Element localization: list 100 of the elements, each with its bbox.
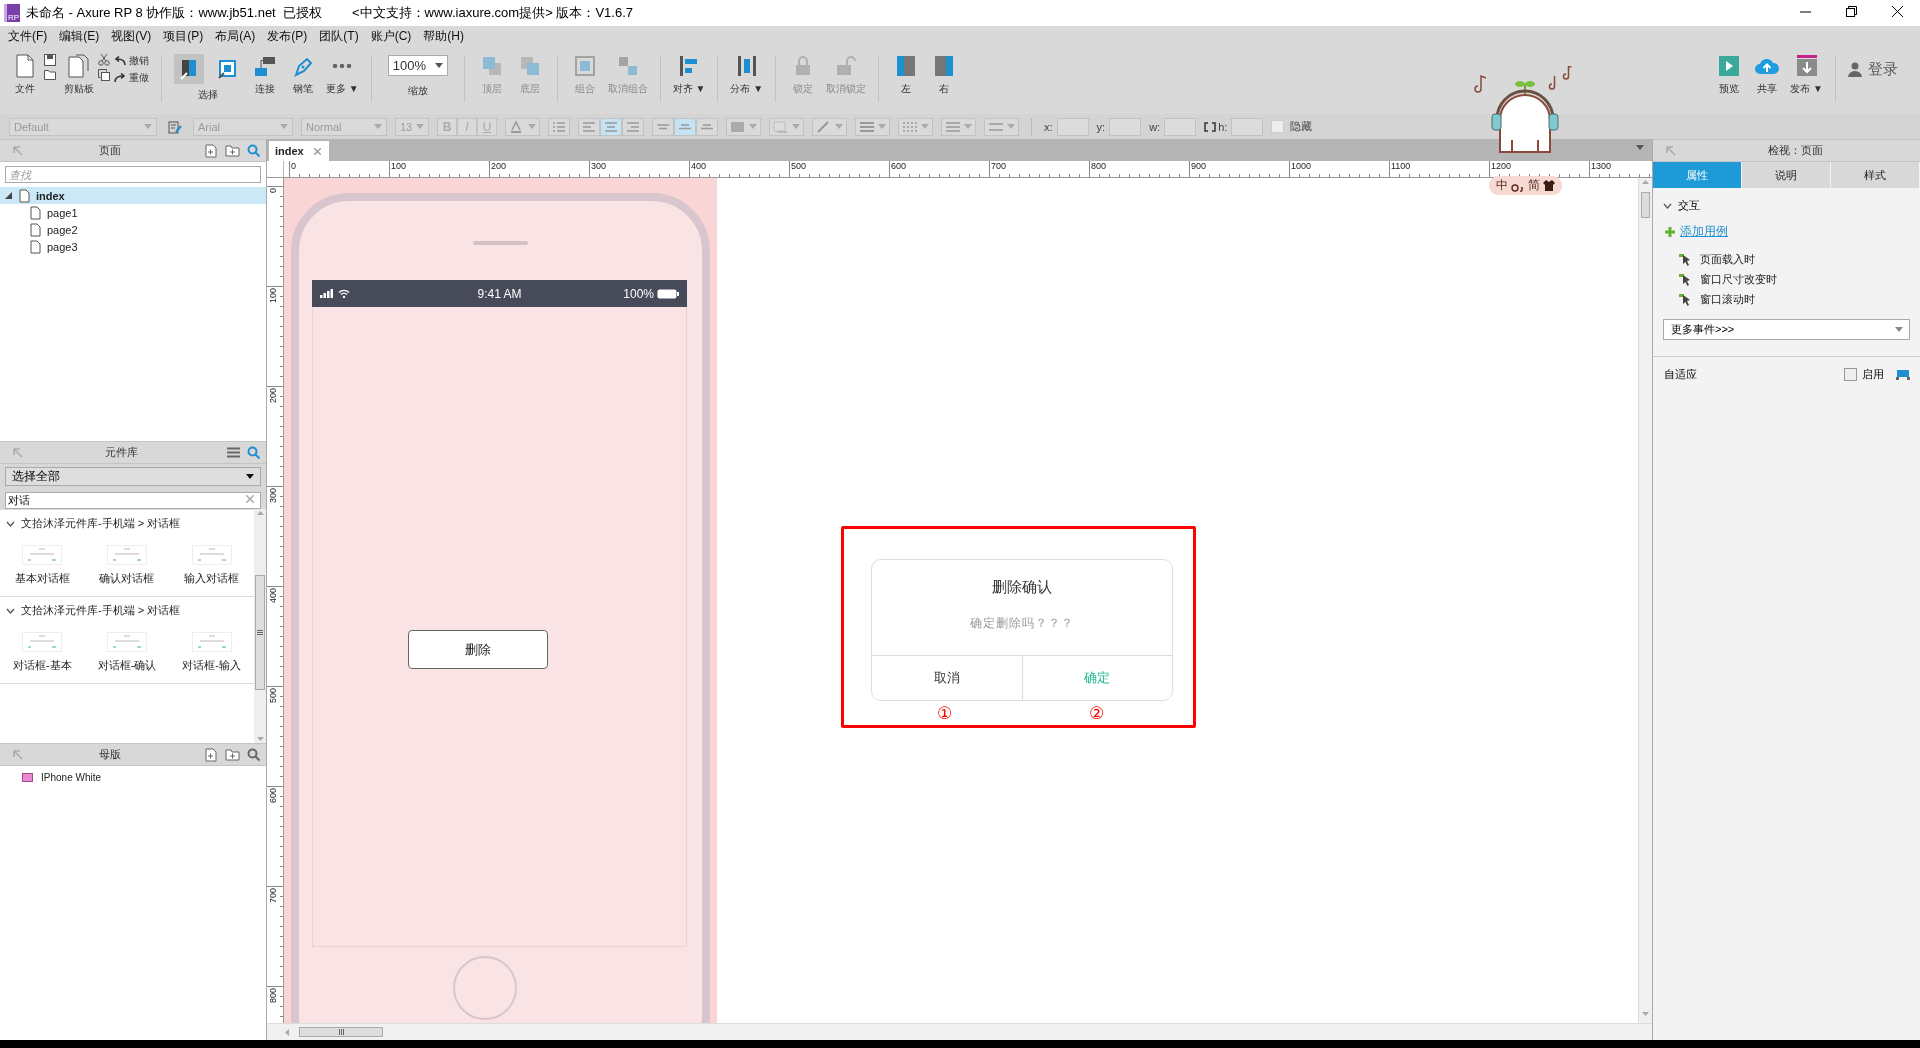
scrollbar-thumb[interactable] [1641,192,1650,218]
widget-item[interactable]: 对话框-确认 [84,632,170,673]
scrollbar[interactable] [254,509,266,743]
event-item[interactable]: 窗口滚动时 [1679,292,1920,307]
list-button[interactable] [548,117,570,136]
text-align-button[interactable] [600,117,622,136]
collapse-icon[interactable] [13,447,23,458]
toolbar-button[interactable]: 对齐 ▼ [668,52,710,98]
toolbar-button[interactable]: 更多 ▼ [322,52,363,98]
redo-button[interactable]: 重做 [114,71,149,85]
ime-status-bar[interactable]: 中 简 [1488,176,1562,195]
toolbar-button[interactable]: 分布 ▼ [726,52,768,98]
scrollbar[interactable] [1638,178,1652,1023]
file-button[interactable]: 文件 [6,52,44,98]
line-color-button[interactable] [812,117,847,136]
toolbar-button[interactable]: 连接 [246,52,284,98]
size-field[interactable] [1231,117,1264,136]
publish-button[interactable]: 预览 [1710,52,1749,98]
document-tab[interactable]: index [269,141,329,161]
page-item[interactable]: page3 [0,238,266,255]
coordinate-field[interactable] [1109,117,1142,136]
menu-item[interactable]: 帮助(H) [417,27,470,45]
toolbar-button[interactable]: 钢笔 [284,52,322,98]
collapse-icon[interactable] [1666,145,1676,156]
adaptive-view-icon[interactable] [1896,369,1910,380]
select-mode-button[interactable] [174,54,204,84]
line-weight-button[interactable] [855,117,890,136]
page-item[interactable]: page1 [0,204,266,221]
vertical-align-button[interactable] [652,117,674,136]
expand-icon[interactable] [4,191,13,200]
section-header[interactable]: 交互 [1653,188,1920,213]
zoom-dropdown[interactable]: 100% [387,55,448,76]
page-item[interactable]: index [0,187,266,204]
library-group-header[interactable]: 文拾沐泽元件库-手机端 > 对话框 [0,510,254,537]
coordinate-field[interactable] [1056,117,1089,136]
library-group-header[interactable]: 文拾沐泽元件库-手机端 > 对话框 [0,597,254,624]
menu-item[interactable]: 文件(F) [2,27,54,45]
checkbox[interactable] [1271,120,1285,133]
master-item[interactable]: IPhone White [0,766,266,783]
collapse-icon[interactable] [13,749,23,760]
menu-item[interactable]: 视图(V) [105,27,158,45]
search-field[interactable]: 对话 [5,492,261,509]
inspector-tab[interactable]: 说明 [1742,162,1831,188]
search-icon[interactable] [247,446,260,459]
lock-ratio-icon[interactable] [1204,121,1217,132]
publish-button[interactable]: 发布 ▼ [1786,52,1827,98]
add-folder-icon[interactable] [225,144,240,157]
plus-icon[interactable] [1665,226,1675,237]
cancel-button[interactable]: 取消 [872,656,1022,700]
publish-button[interactable]: 共享 [1748,52,1787,98]
page-item[interactable]: page2 [0,221,266,238]
scrollbar-thumb[interactable] [299,1027,383,1037]
size-field[interactable] [1164,117,1197,136]
widget-item[interactable]: 基本对话框 [0,545,85,586]
menu-item[interactable]: 发布(P) [261,27,314,45]
widget-item[interactable]: 对话框-基本 [0,632,85,673]
delete-button[interactable]: 删除 [408,630,548,669]
vertical-align-button[interactable] [674,117,696,136]
collapse-icon[interactable] [13,145,23,156]
home-button[interactable] [453,956,517,1020]
menu-item[interactable]: 账户(C) [364,27,418,45]
add-page-icon[interactable] [204,747,218,762]
paste-button[interactable]: 剪贴板 [60,52,98,98]
widget-item[interactable]: 确认对话框 [84,545,170,586]
copy-button[interactable] [98,69,110,81]
font-color-button[interactable] [505,117,540,136]
menu-item[interactable]: 团队(T) [313,27,365,45]
fill-color-button[interactable] [726,117,761,136]
add-folder-icon[interactable] [225,748,240,761]
search-icon[interactable] [247,144,260,157]
shadow-button[interactable] [769,117,804,136]
widget-item[interactable]: 输入对话框 [169,545,254,586]
inspector-tab[interactable]: 样式 [1831,162,1920,188]
search-field[interactable]: 查找 [5,166,261,183]
library-dropdown[interactable]: 选择全部 [5,467,261,486]
more-events-dropdown[interactable]: 更多事件>>> [1663,319,1910,340]
close-icon[interactable] [313,147,321,155]
text-align-button[interactable] [578,117,600,136]
menu-item[interactable]: 编辑(E) [53,27,106,45]
save-button[interactable] [44,54,56,66]
text-align-button[interactable] [622,117,644,136]
tab-menu-icon[interactable] [1636,145,1644,150]
search-icon[interactable] [247,748,260,761]
toolbar-button[interactable]: 右 [925,52,964,98]
arrow-style-button[interactable] [941,117,976,136]
undo-button[interactable]: 撤销 [114,54,149,68]
menu-item[interactable]: 项目(P) [157,27,210,45]
event-item[interactable]: 窗口尺寸改变时 [1679,272,1920,287]
menu-item[interactable]: 布局(A) [209,27,262,45]
open-button[interactable] [44,69,56,80]
add-page-icon[interactable] [204,143,218,158]
vertical-align-button[interactable] [696,117,718,136]
line-style-button[interactable] [898,117,933,136]
border-button[interactable] [984,117,1019,136]
scrollbar-thumb[interactable] [255,575,265,690]
menu-icon[interactable] [227,447,240,458]
event-item[interactable]: 页面载入时 [1679,252,1920,267]
cut-button[interactable] [98,54,110,66]
clear-icon[interactable] [246,495,254,503]
widget-item[interactable]: 对话框-输入 [169,632,254,673]
